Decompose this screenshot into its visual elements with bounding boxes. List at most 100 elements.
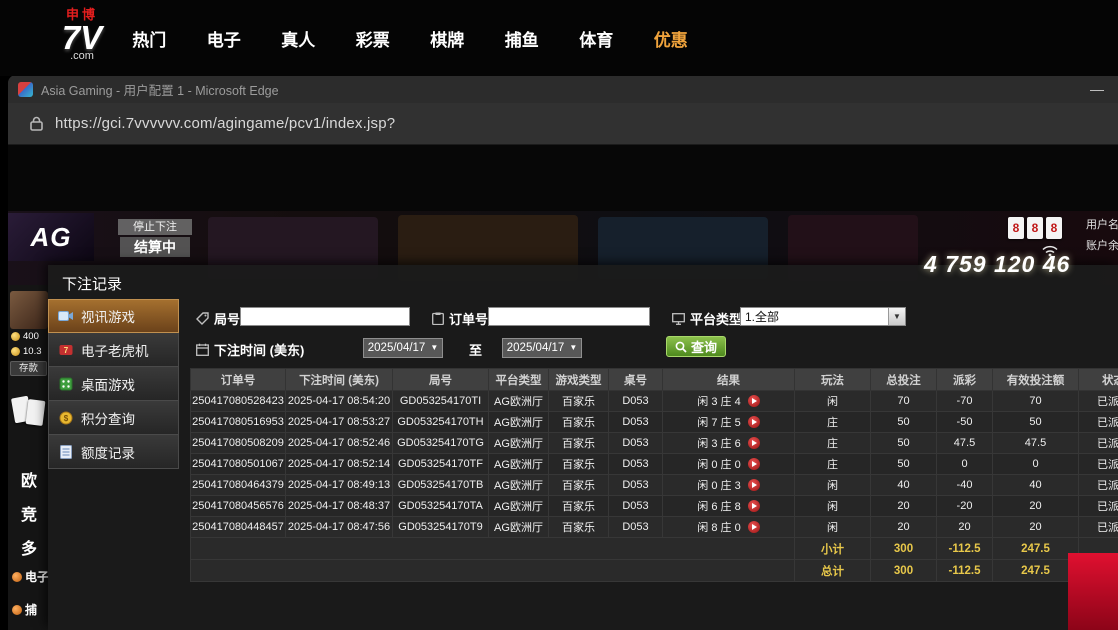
coin-amount: 10.3 xyxy=(23,346,42,357)
bet-cell-table_no: D053 xyxy=(609,433,663,454)
table-header-row: 订单号 下注时间 (美东) 局号 平台类型 游戏类型 桌号 结果 玩法 总投注 … xyxy=(191,369,1118,391)
menu-item-points-query[interactable]: $ 积分查询 xyxy=(48,401,179,435)
nav-item-sports[interactable]: 体育 xyxy=(559,26,634,51)
site-nav-items: 热门 电子 真人 彩票 棋牌 捕鱼 体育 优惠 xyxy=(112,0,708,76)
total-bet: 300 xyxy=(871,560,937,582)
bet-table-row: 2504170805284232025-04-17 08:54:20GD0532… xyxy=(191,391,1118,412)
bet-cell-payout: -40 xyxy=(937,475,993,496)
bet-records-table: 订单号 下注时间 (美东) 局号 平台类型 游戏类型 桌号 结果 玩法 总投注 … xyxy=(190,368,1118,582)
round-number-label: 局号 xyxy=(196,309,240,328)
bet-cell-order: 250417080528423 xyxy=(191,391,286,412)
bet-cell-status: 已派彩 xyxy=(1079,475,1118,496)
bet-cell-result: 闲 6 庄 8 xyxy=(663,496,795,517)
bet-table-row: 2504170805010672025-04-17 08:52:14GD0532… xyxy=(191,454,1118,475)
nav-item-hot[interactable]: 热门 xyxy=(112,26,187,51)
lobby-tab-bid[interactable]: 竞 xyxy=(21,501,37,525)
nav-item-cards[interactable]: 棋牌 xyxy=(410,26,485,51)
fishing-icon xyxy=(12,605,22,615)
replay-button[interactable] xyxy=(748,458,760,470)
col-platform: 平台类型 xyxy=(489,369,549,391)
nav-item-slots[interactable]: 电子 xyxy=(187,26,262,51)
bet-cell-bet: 70 xyxy=(871,391,937,412)
total-payout: -112.5 xyxy=(937,560,993,582)
settling-label: 结算中 xyxy=(120,237,190,257)
nav-item-fishing[interactable]: 捕鱼 xyxy=(485,26,560,51)
menu-item-slot-machines[interactable]: 7 电子老虎机 xyxy=(48,333,179,367)
lobby-tab-slots[interactable]: 电子 xyxy=(12,568,49,585)
bet-cell-order: 250417080448457 xyxy=(191,517,286,538)
subtotal-row: 小计 300 -112.5 247.5 xyxy=(191,538,1118,560)
bet-table-row: 2504170804643792025-04-17 08:49:13GD0532… xyxy=(191,475,1118,496)
bet-cell-result: 闲 3 庄 6 xyxy=(663,433,795,454)
coin-icon: $ xyxy=(58,411,74,425)
playing-card: 8 xyxy=(1046,217,1062,239)
card-graphic xyxy=(26,399,46,426)
chevron-down-icon: ▼ xyxy=(569,344,577,352)
lobby-tab-fishing[interactable]: 捕 xyxy=(12,601,37,618)
bet-cell-valid: 40 xyxy=(993,475,1079,496)
bet-cell-play: 庄 xyxy=(795,454,871,475)
deposit-button[interactable]: 存款 xyxy=(10,361,47,376)
col-round: 局号 xyxy=(393,369,489,391)
subtotal-bet: 300 xyxy=(871,538,937,560)
replay-button[interactable] xyxy=(748,395,760,407)
floating-red-panel[interactable] xyxy=(1068,553,1118,630)
bet-cell-valid: 20 xyxy=(993,496,1079,517)
browser-titlebar: Asia Gaming - 用户配置 1 - Microsoft Edge — xyxy=(8,75,1118,103)
bet-cell-status: 已派彩 xyxy=(1079,496,1118,517)
bet-cell-result: 闲 0 庄 3 xyxy=(663,475,795,496)
lobby-tab-multi[interactable]: 多 xyxy=(21,535,37,559)
ag-logo: AG xyxy=(8,213,94,261)
subtotal-label: 小计 xyxy=(795,538,871,560)
result-text: 闲 3 庄 6 xyxy=(697,438,740,450)
bet-table-body: 2504170805284232025-04-17 08:54:20GD0532… xyxy=(191,391,1118,538)
bet-cell-bet: 20 xyxy=(871,496,937,517)
result-text: 闲 0 庄 3 xyxy=(697,480,740,492)
replay-button[interactable] xyxy=(748,500,760,512)
bet-cell-valid: 0 xyxy=(993,454,1079,475)
coin-icon xyxy=(11,347,20,356)
menu-item-table-games[interactable]: 桌面游戏 xyxy=(48,367,179,401)
bet-cell-bet: 50 xyxy=(871,433,937,454)
bet-cell-play: 闲 xyxy=(795,475,871,496)
bet-cell-play: 庄 xyxy=(795,412,871,433)
tag-icon xyxy=(196,312,209,325)
jackpot-counter: 4 759 120 46 xyxy=(924,251,1070,278)
platform-icon xyxy=(672,313,685,325)
result-text: 闲 6 庄 8 xyxy=(697,501,740,513)
replay-button[interactable] xyxy=(748,437,760,449)
date-to-picker[interactable]: 2025/04/17 ▼ xyxy=(502,338,582,358)
menu-item-label: 额度记录 xyxy=(81,442,135,462)
date-from-value: 2025/04/17 xyxy=(368,342,426,354)
window-title: Asia Gaming - 用户配置 1 - Microsoft Edge xyxy=(41,80,1086,99)
nav-item-promo[interactable]: 优惠 xyxy=(634,26,709,51)
lobby-tab-europe[interactable]: 欧 xyxy=(21,467,37,491)
menu-item-live-games[interactable]: 视讯游戏 xyxy=(48,299,179,333)
menu-item-label: 视讯游戏 xyxy=(81,306,135,326)
avatar[interactable] xyxy=(10,291,48,329)
chevron-down-icon[interactable]: ▼ xyxy=(888,308,905,325)
address-bar[interactable]: https://gci.7vvvvvv.com/agingame/pcv1/in… xyxy=(55,115,395,132)
date-from-picker[interactable]: 2025/04/17 ▼ xyxy=(363,338,443,358)
menu-item-credit-records[interactable]: 额度记录 xyxy=(48,435,179,469)
round-number-input[interactable] xyxy=(240,307,410,326)
modal-menu: 视讯游戏 7 电子老虎机 桌面游戏 xyxy=(48,299,179,469)
bet-cell-round: GD053254170TA xyxy=(393,496,489,517)
replay-button[interactable] xyxy=(748,416,760,428)
document-icon xyxy=(58,445,74,459)
nav-item-lottery[interactable]: 彩票 xyxy=(336,26,411,51)
order-number-input[interactable] xyxy=(488,307,650,326)
bet-cell-bet: 20 xyxy=(871,517,937,538)
browser-window: Asia Gaming - 用户配置 1 - Microsoft Edge — … xyxy=(8,75,1118,630)
nav-item-live[interactable]: 真人 xyxy=(261,26,336,51)
bet-cell-table_no: D053 xyxy=(609,391,663,412)
replay-button[interactable] xyxy=(748,479,760,491)
site-logo[interactable]: 申博 7V .com xyxy=(46,4,118,62)
platform-type-label: 平台类型 xyxy=(672,309,742,328)
platform-type-select[interactable]: 1.全部 ▼ xyxy=(740,307,906,326)
minimize-button[interactable]: — xyxy=(1086,81,1108,97)
search-button[interactable]: 查询 xyxy=(666,336,726,357)
dice-icon xyxy=(58,377,74,391)
lock-icon xyxy=(30,116,43,131)
replay-button[interactable] xyxy=(748,521,760,533)
